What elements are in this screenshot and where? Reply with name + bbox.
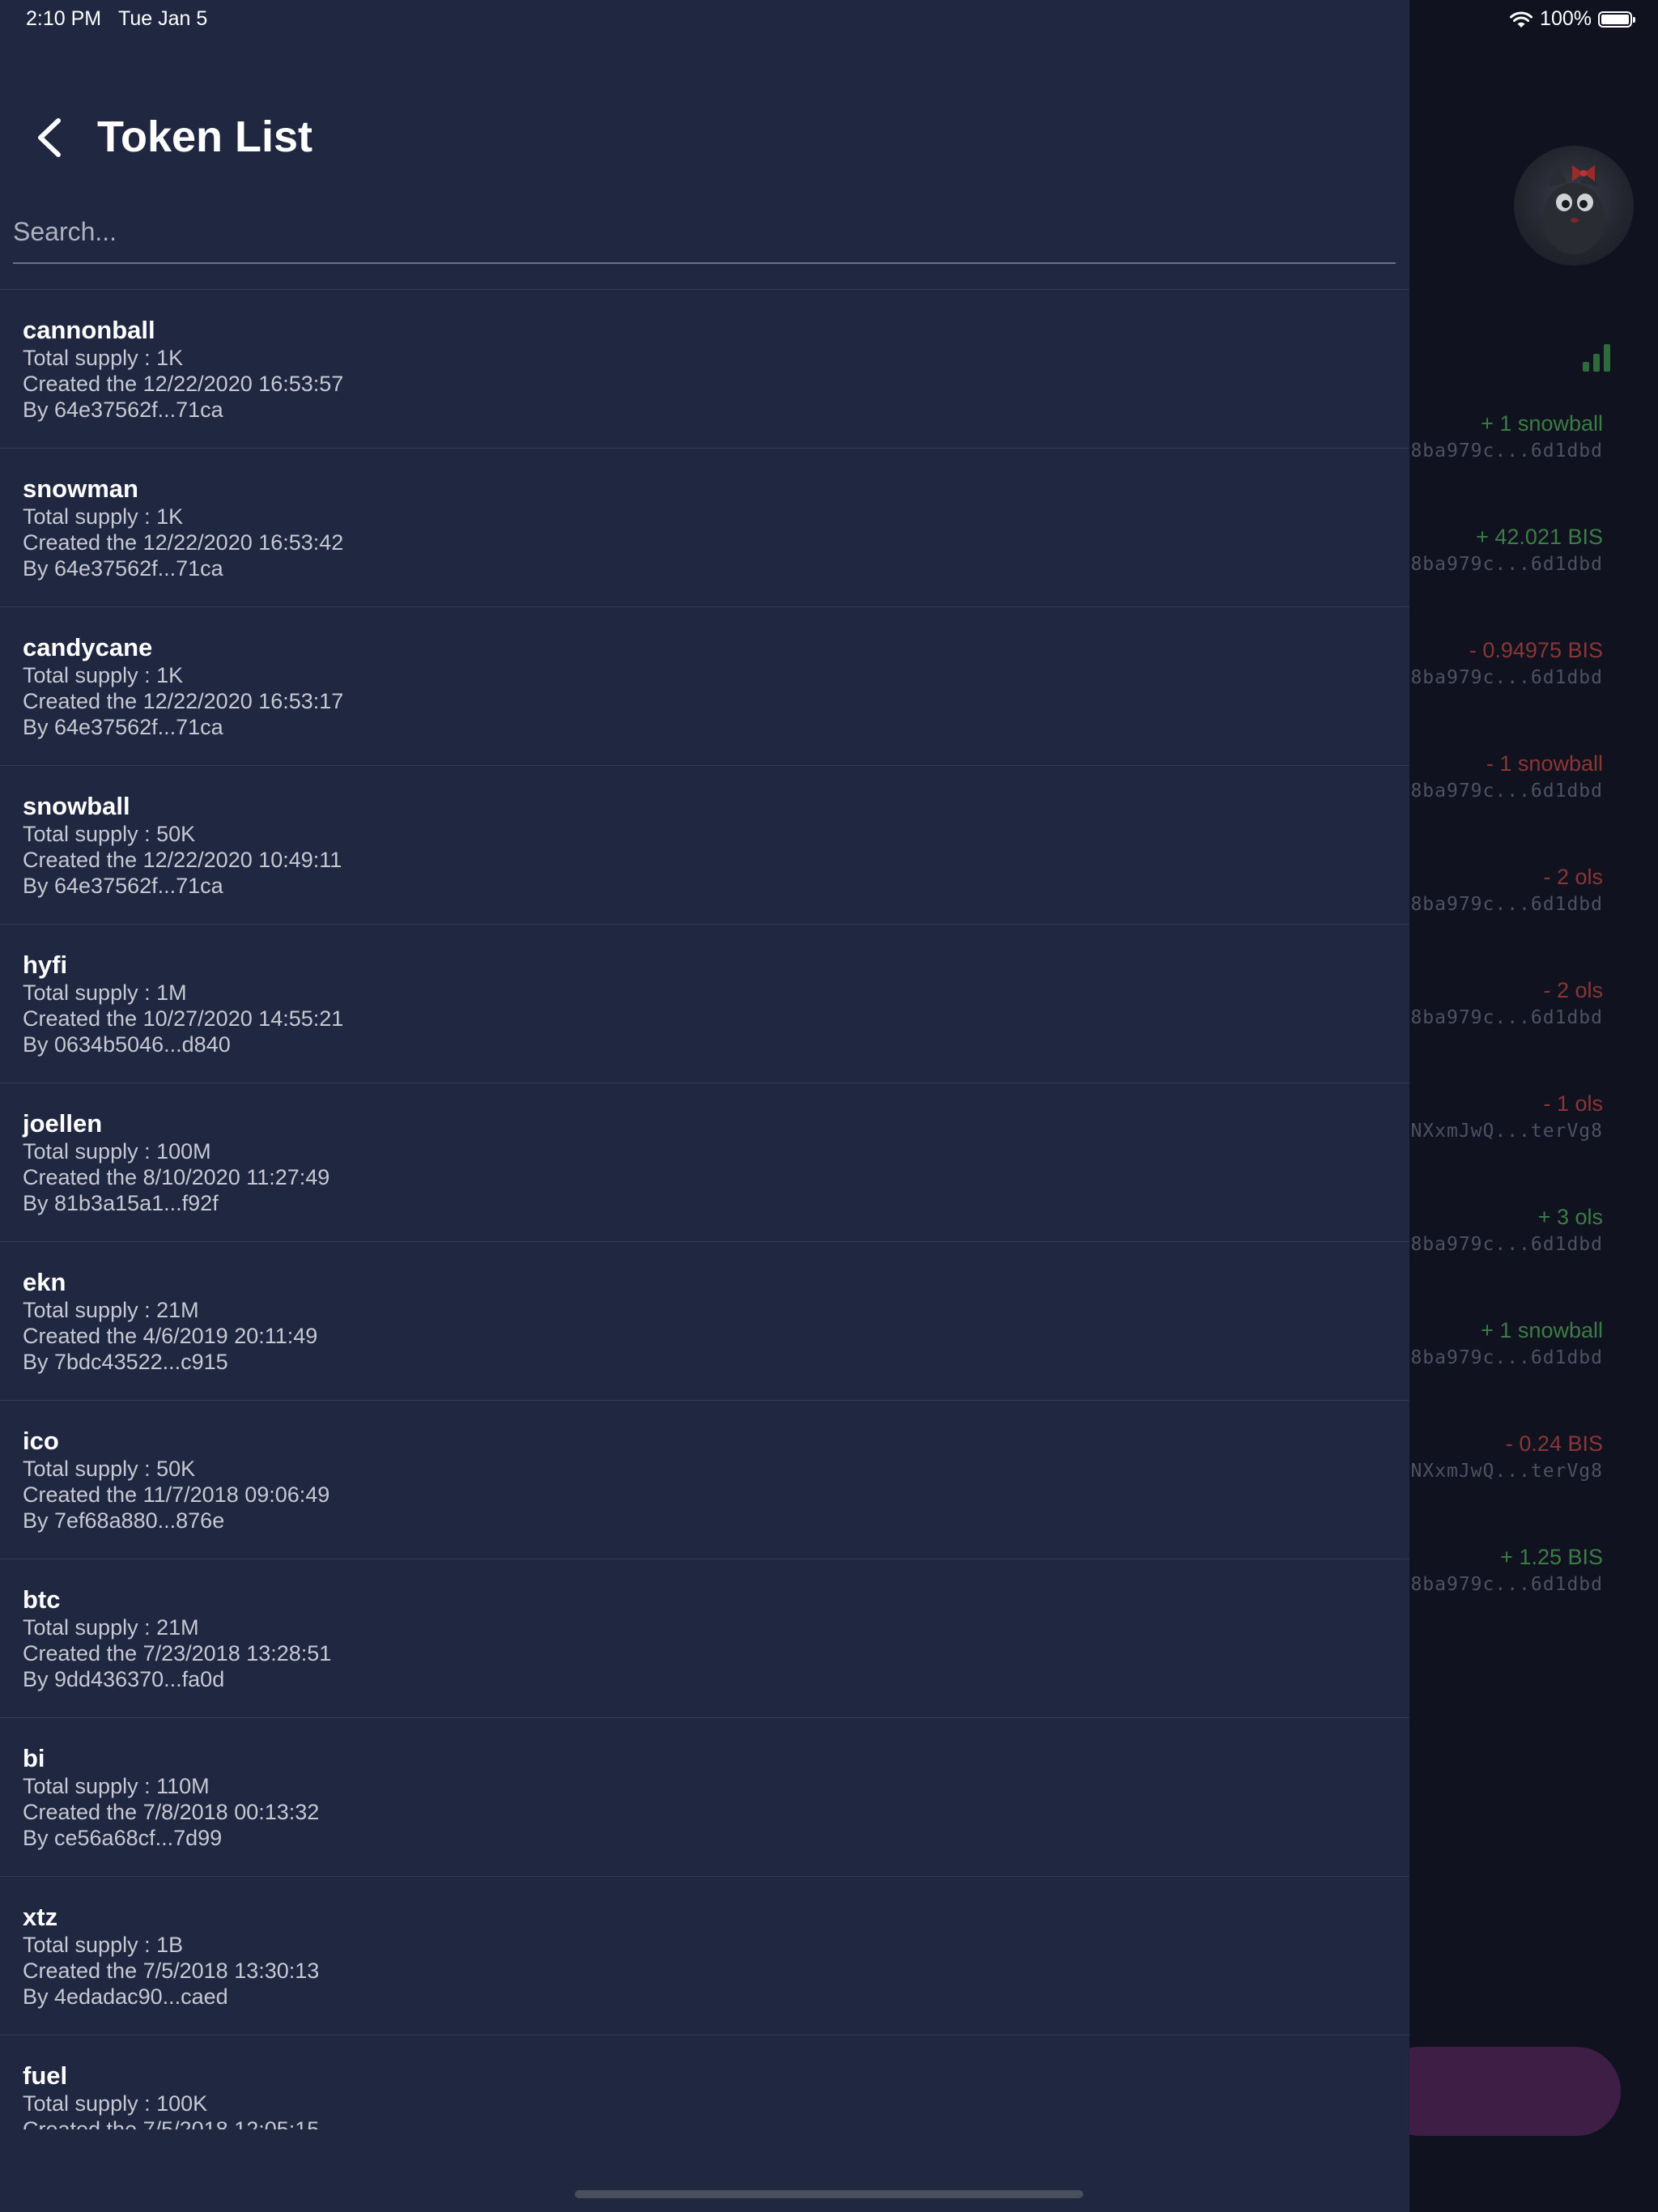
token-creator: By 64e37562f...71ca	[23, 398, 223, 422]
token-row[interactable]: snowball Total supply : 50K Created the 12…	[0, 765, 1409, 924]
token-name: ekn	[23, 1268, 66, 1296]
token-created: Created the 8/10/2020 11:27:49	[23, 1165, 330, 1189]
token-supply: Total supply : 50K	[23, 1457, 196, 1481]
token-row[interactable]: snowman Total supply : 1K Created the 12/2…	[0, 448, 1409, 606]
home-indicator[interactable]	[575, 2190, 1083, 2198]
token-name: joellen	[23, 1109, 103, 1138]
token-name: btc	[23, 1585, 61, 1614]
token-created: Created the 4/6/2019 20:11:49	[23, 1324, 318, 1348]
token-list: cannonball Total supply : 1K Created the 1…	[0, 289, 1409, 2129]
token-supply: Total supply : 50K	[23, 822, 196, 846]
token-created: Created the 7/5/2018 12:05:15	[23, 2117, 320, 2129]
token-supply: Total supply : 100K	[23, 2091, 208, 2116]
token-creator: By 4edadac90...caed	[23, 1984, 228, 2009]
token-name: bi	[23, 1744, 45, 1772]
token-name: snowman	[23, 474, 138, 503]
token-created: Created the 12/22/2020 10:49:11	[23, 848, 342, 872]
token-list-panel: Token List cannonballTotal supply : 1KCr…	[0, 0, 1409, 2212]
battery-icon	[1598, 11, 1635, 28]
token-name: snowball	[23, 792, 130, 820]
token-row[interactable]: candycane Total supply : 1K Created the 12…	[0, 606, 1409, 765]
token-creator: By ce56a68cf...7d99	[23, 1826, 223, 1850]
token-name: fuel	[23, 2061, 68, 2090]
token-created: Created the 7/5/2018 13:30:13	[23, 1959, 320, 1983]
page-title: Token List	[97, 113, 313, 161]
token-creator: By 7ef68a880...876e	[23, 1508, 225, 1533]
chevron-left-icon	[38, 118, 61, 157]
token-created: Created the 7/23/2018 13:28:51	[23, 1641, 332, 1665]
status-time: 2:10 PM	[26, 7, 102, 30]
token-name: ico	[23, 1427, 59, 1455]
token-supply: Total supply : 1K	[23, 504, 184, 529]
token-row[interactable]: hyfi Total supply : 1M Created the 10/27/2…	[0, 924, 1409, 1083]
token-created: Created the 12/22/2020 16:53:17	[23, 689, 344, 713]
token-row[interactable]: joellen Total supply : 100M Created the 8/…	[0, 1083, 1409, 1241]
token-supply: Total supply : 21M	[23, 1615, 199, 1640]
search-input[interactable]	[13, 201, 1396, 264]
token-name: candycane	[23, 633, 153, 661]
battery-percentage: 100%	[1540, 7, 1592, 30]
token-creator: By 7bdc43522...c915	[23, 1350, 228, 1374]
token-creator: By 64e37562f...71ca	[23, 715, 223, 739]
token-name: hyfi	[23, 951, 68, 979]
token-supply: Total supply : 1M	[23, 981, 187, 1005]
token-creator: By 81b3a15a1...f92f	[23, 1191, 219, 1215]
token-row[interactable]: cannonball Total supply : 1K Created the 1…	[0, 289, 1409, 448]
token-supply: Total supply : 1K	[23, 663, 184, 687]
token-row[interactable]: xtz Total supply : 1B Created the 7/5/2018…	[0, 1876, 1409, 2035]
avatar[interactable]	[1514, 146, 1634, 266]
token-supply: Total supply : 100M	[23, 1139, 211, 1163]
background-action-button[interactable]	[1376, 2047, 1621, 2136]
token-supply: Total supply : 110M	[23, 1774, 210, 1798]
token-created: Created the 7/8/2018 00:13:32	[23, 1800, 320, 1824]
token-created: Created the 10/27/2020 14:55:21	[23, 1006, 344, 1031]
status-date: Tue Jan 5	[118, 7, 208, 30]
token-created: Created the 12/22/2020 16:53:42	[23, 530, 344, 555]
token-creator: By 0634b5046...d840	[23, 1032, 231, 1057]
token-creator: By 64e37562f...71ca	[23, 874, 223, 898]
token-created: Created the 12/22/2020 16:53:57	[23, 372, 344, 396]
token-name: cannonball	[23, 316, 155, 344]
token-row[interactable]: ico Total supply : 50K Created the 11/7/20…	[0, 1400, 1409, 1559]
token-created: Created the 11/7/2018 09:06:49	[23, 1482, 330, 1507]
token-name: xtz	[23, 1903, 58, 1931]
token-row[interactable]: ekn Total supply : 21M Created the 4/6/201…	[0, 1241, 1409, 1400]
status-bar: 2:10 PM Tue Jan 5 100%	[0, 0, 1658, 39]
back-button[interactable]	[24, 109, 73, 166]
token-row[interactable]: bi Total supply : 110M Created the 7/8/201…	[0, 1717, 1409, 1876]
token-supply: Total supply : 1K	[23, 346, 184, 370]
token-row[interactable]: btc Total supply : 21M Created the 7/23/20…	[0, 1559, 1409, 1717]
signal-icon	[1583, 344, 1612, 372]
token-creator: By 64e37562f...71ca	[23, 556, 223, 581]
token-row[interactable]: fuel Total supply : 100K Created the 7/5/2…	[0, 2035, 1409, 2129]
wifi-icon	[1510, 11, 1533, 28]
token-supply: Total supply : 1B	[23, 1933, 184, 1957]
token-supply: Total supply : 21M	[23, 1298, 199, 1322]
token-creator: By 9dd436370...fa0d	[23, 1667, 225, 1691]
